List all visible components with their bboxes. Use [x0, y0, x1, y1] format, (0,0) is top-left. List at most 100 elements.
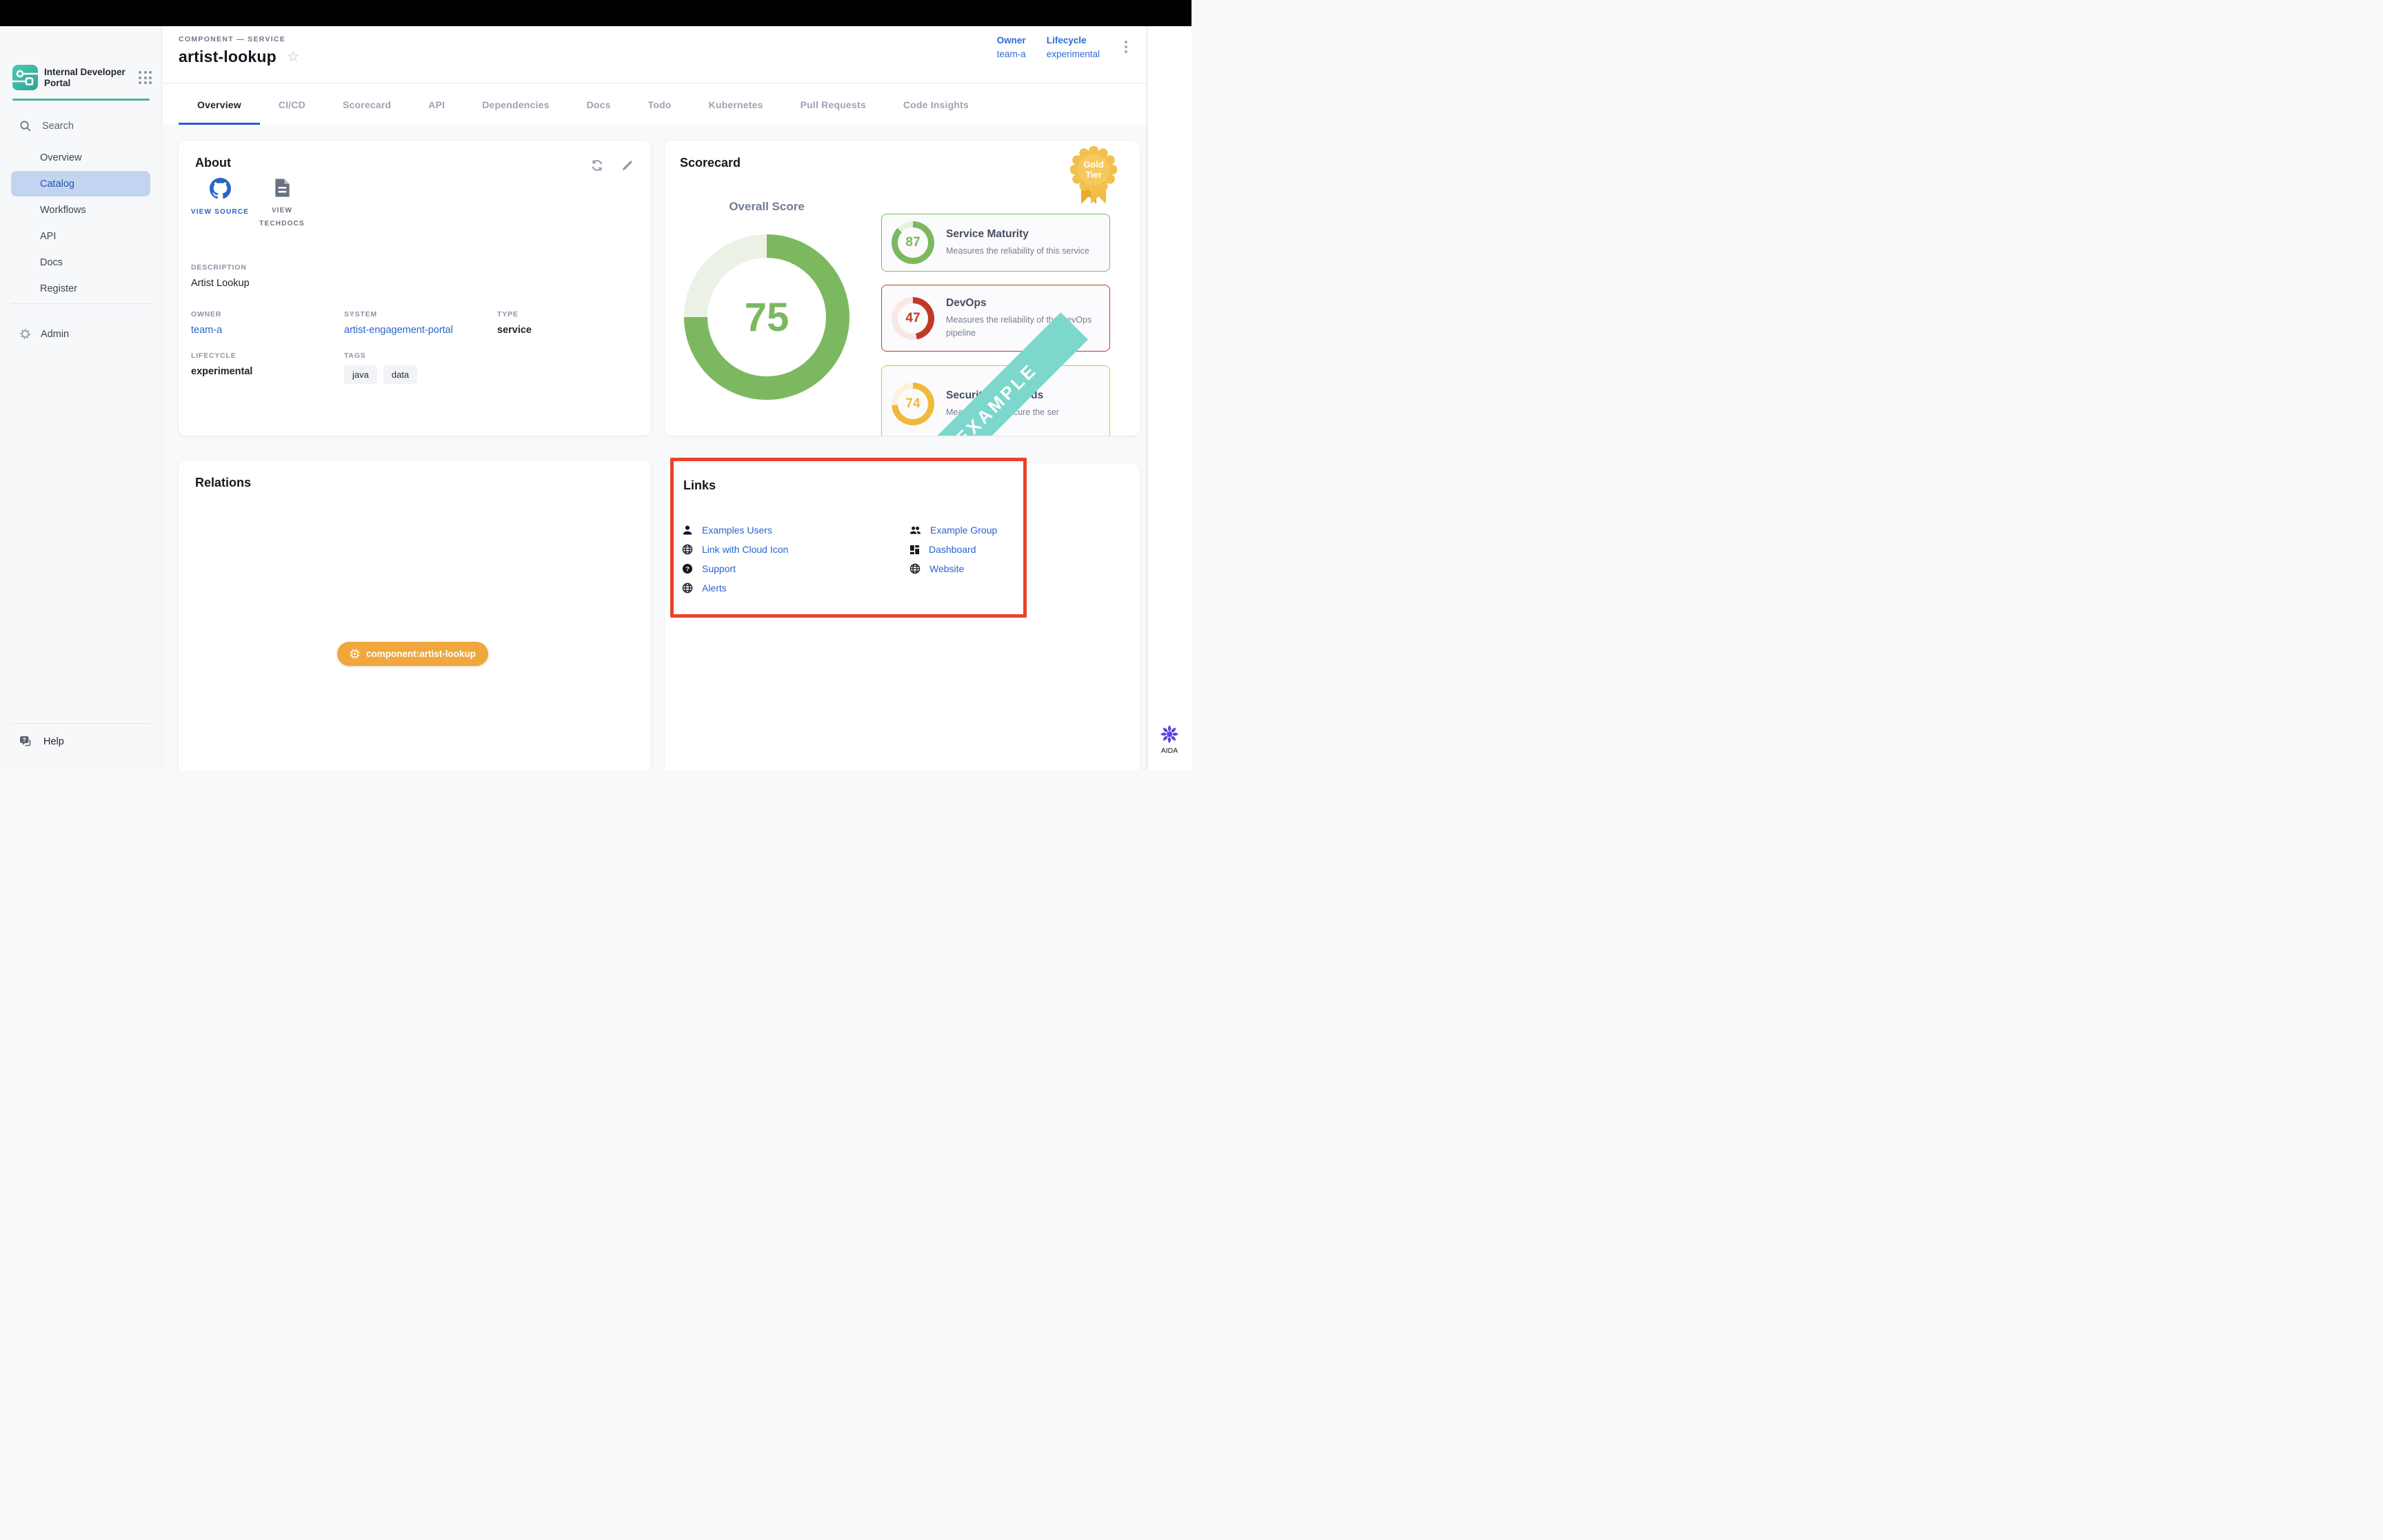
- right-gutter: AIDA: [1147, 26, 1192, 770]
- view-source-link[interactable]: VIEW SOURCE: [188, 178, 252, 219]
- tab-scorecard[interactable]: Scorecard: [324, 84, 410, 125]
- tab-docs[interactable]: Docs: [568, 84, 630, 125]
- tab-overview[interactable]: Overview: [179, 84, 260, 125]
- link-website[interactable]: Website: [909, 563, 964, 574]
- owner-meta: Owner team-a: [997, 35, 1026, 59]
- link-alerts[interactable]: Alerts: [682, 582, 727, 594]
- link-link-with-cloud-icon[interactable]: Link with Cloud Icon: [682, 544, 788, 555]
- entity-kind: COMPONENT — SERVICE: [179, 35, 285, 43]
- portal-logo-icon: [12, 65, 38, 90]
- help-label: Help: [43, 736, 64, 747]
- link-examples-users[interactable]: Examples Users: [682, 525, 772, 536]
- tab-bar: Overview CI/CD Scorecard API Dependencie…: [163, 84, 1147, 125]
- scorecard-title: Scorecard: [680, 156, 1125, 170]
- sidebar-divider: [11, 303, 150, 304]
- apps-grid-icon[interactable]: [139, 71, 152, 84]
- brand: Internal Developer Portal: [12, 65, 152, 90]
- user-icon: [682, 525, 693, 536]
- service-maturity-gauge: 87: [892, 221, 934, 264]
- tag-chip[interactable]: java: [344, 365, 377, 384]
- brand-divider: [12, 99, 150, 101]
- main-area: COMPONENT — SERVICE artist-lookup ☆ Owne…: [163, 26, 1147, 770]
- relations-node-label: component:artist-lookup: [366, 649, 476, 659]
- github-icon: [210, 178, 231, 199]
- svg-text:Tier: Tier: [1085, 170, 1102, 180]
- edit-pencil-icon[interactable]: [621, 159, 634, 172]
- globe-icon: [682, 582, 693, 594]
- type-label: TYPE: [497, 310, 532, 318]
- globe-icon: [909, 563, 921, 574]
- overall-score-value: 75: [745, 294, 790, 341]
- admin-label: Admin: [41, 329, 69, 340]
- sidebar-item-admin[interactable]: Admin: [11, 321, 150, 347]
- aida-widget[interactable]: AIDA: [1147, 724, 1192, 755]
- system-value[interactable]: artist-engagement-portal: [344, 325, 453, 336]
- content-area: About VIEW SOURCE: [163, 125, 1147, 770]
- aida-label: AIDA: [1147, 747, 1192, 755]
- user-menu[interactable]: DP Debabrata Panigrahi: [18, 769, 141, 770]
- top-black-bar: [0, 0, 1192, 26]
- sidebar-item-overview[interactable]: Overview: [11, 145, 150, 170]
- kebab-menu-icon[interactable]: [1120, 35, 1132, 59]
- scorecard-card: Scorecard Overall Score 75 87 Service Ma…: [665, 141, 1140, 436]
- lifecycle-value: experimental: [1047, 49, 1100, 59]
- tab-dependencies[interactable]: Dependencies: [463, 84, 567, 125]
- tab-api[interactable]: API: [410, 84, 463, 125]
- sidebar-item-api[interactable]: API: [11, 223, 150, 249]
- page-title: artist-lookup: [179, 48, 276, 66]
- lifecycle-label: Lifecycle: [1047, 35, 1100, 45]
- tab-todo[interactable]: Todo: [630, 84, 690, 125]
- chip-icon: [350, 649, 360, 659]
- about-lifecycle-value: experimental: [191, 366, 252, 377]
- search-icon: [19, 120, 32, 132]
- description-label: DESCRIPTION: [191, 263, 250, 272]
- sidebar-item-help[interactable]: ? Help: [19, 732, 64, 751]
- relations-node-artist-lookup[interactable]: component:artist-lookup: [337, 642, 488, 666]
- app-window: Internal Developer Portal Search Overvie…: [0, 0, 1192, 770]
- help-chat-icon: ?: [19, 736, 32, 748]
- scorecard-item-desc: Measures the reliability of this service: [946, 245, 1103, 257]
- gold-tier-badge: Gold Tier: [1070, 146, 1117, 208]
- favorite-star-icon[interactable]: ☆: [287, 50, 300, 64]
- sidebar-item-register[interactable]: Register: [11, 276, 150, 301]
- tags-label: TAGS: [344, 352, 417, 360]
- scorecard-item-name: DevOps: [946, 297, 1103, 310]
- refresh-icon[interactable]: [590, 159, 604, 172]
- tab-pull-requests[interactable]: Pull Requests: [782, 84, 885, 125]
- description-value: Artist Lookup: [191, 278, 250, 289]
- system-label: SYSTEM: [344, 310, 453, 318]
- entity-header: COMPONENT — SERVICE artist-lookup ☆ Owne…: [163, 26, 1147, 83]
- overall-score-gauge: 75: [684, 234, 849, 400]
- link-example-group[interactable]: Example Group: [909, 525, 997, 536]
- svg-text:Gold: Gold: [1083, 159, 1104, 170]
- owner-label: Owner: [997, 35, 1026, 45]
- relations-card: Relations component:artist-lookup: [179, 460, 651, 770]
- security-standards-gauge: 74: [892, 383, 934, 425]
- svg-text:?: ?: [23, 737, 26, 743]
- tab-kubernetes[interactable]: Kubernetes: [690, 84, 782, 125]
- scorecard-item-service-maturity[interactable]: 87 Service Maturity Measures the reliabi…: [881, 214, 1110, 272]
- search-label: Search: [42, 121, 74, 132]
- sidebar-item-search[interactable]: Search: [0, 114, 161, 138]
- sidebar-item-catalog[interactable]: Catalog: [11, 171, 150, 196]
- portal-title: Internal Developer Portal: [44, 67, 125, 89]
- about-lifecycle-label: LIFECYCLE: [191, 352, 252, 360]
- sidebar-bottom-divider: [11, 723, 150, 724]
- scorecard-item-name: Service Maturity: [946, 228, 1103, 241]
- sidebar-item-docs[interactable]: Docs: [11, 250, 150, 275]
- view-techdocs-label: VIEW TECHDOCS: [250, 204, 314, 230]
- about-owner-value[interactable]: team-a: [191, 325, 222, 336]
- tag-chip[interactable]: data: [383, 365, 417, 384]
- tab-cicd[interactable]: CI/CD: [260, 84, 324, 125]
- about-title: About: [195, 156, 634, 170]
- svg-text:?: ?: [685, 565, 690, 573]
- sidebar-item-workflows[interactable]: Workflows: [11, 197, 150, 223]
- tab-code-insights[interactable]: Code Insights: [885, 84, 987, 125]
- link-dashboard[interactable]: Dashboard: [909, 544, 976, 555]
- about-card: About VIEW SOURCE: [179, 141, 651, 436]
- link-support[interactable]: ? Support: [682, 563, 736, 574]
- view-techdocs-link[interactable]: VIEW TECHDOCS: [250, 178, 314, 230]
- globe-icon: [682, 544, 693, 555]
- owner-value[interactable]: team-a: [997, 49, 1026, 59]
- sidebar: Internal Developer Portal Search Overvie…: [0, 26, 162, 770]
